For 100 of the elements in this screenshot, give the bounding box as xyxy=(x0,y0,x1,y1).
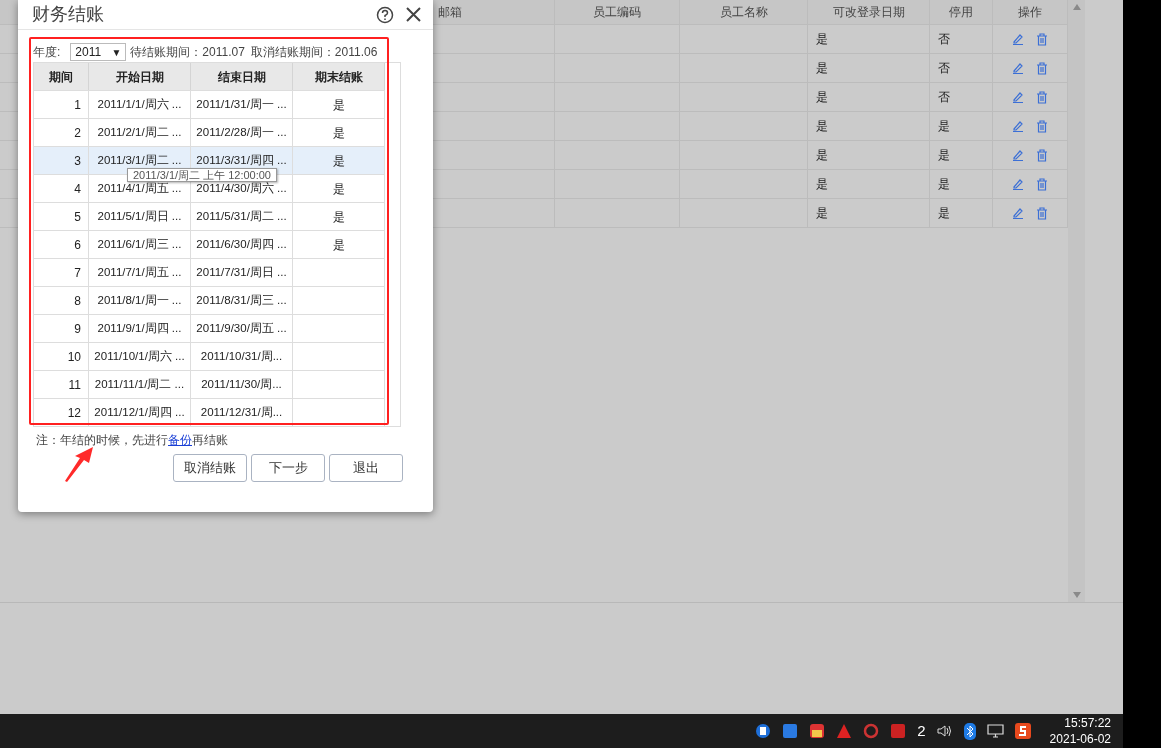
column-header: 员工编码 xyxy=(593,4,641,21)
table-cell-text: 4 xyxy=(74,180,81,198)
trash-icon[interactable] xyxy=(1036,119,1048,133)
bluetooth-icon[interactable] xyxy=(963,722,976,740)
table-cell-text: 11 xyxy=(68,376,81,394)
edit-icon[interactable] xyxy=(1012,62,1024,74)
table-row[interactable]: 11 2011/11/1/周二 ... 2011/11/30/周... xyxy=(34,370,385,398)
backup-link[interactable]: 备份 xyxy=(168,433,192,447)
trash-icon[interactable] xyxy=(1036,90,1048,104)
table-cell-text: 是 xyxy=(816,31,828,48)
table-cell-text: 2011/5/31/周二 ... xyxy=(196,208,287,224)
table-cell-text: 2011/2/28/周一 ... xyxy=(196,124,287,140)
scroll-up-icon[interactable] xyxy=(1072,4,1081,10)
table-cell-text: 否 xyxy=(938,89,950,106)
year-label: 年度: xyxy=(33,44,61,61)
column-header[interactable]: 开始日期 xyxy=(115,67,164,86)
table-cell-text: 2011/10/1/周六 ... xyxy=(94,348,185,364)
table-row[interactable]: 9 2011/9/1/周四 ... 2011/9/30/周五 ... xyxy=(34,314,385,342)
table-cell-text: 2011/12/31/周... xyxy=(200,404,283,420)
table-cell-text: 是 xyxy=(816,205,828,222)
table-row[interactable]: 12 2011/12/1/周四 ... 2011/12/31/周... xyxy=(34,398,385,426)
edit-icon[interactable] xyxy=(1012,33,1024,45)
table-cell-text: 8 xyxy=(74,292,81,310)
table-cell-text: 2011/12/1/周四 ... xyxy=(94,404,185,420)
dialog-title: 财务结账 xyxy=(32,3,104,26)
column-header[interactable]: 期间 xyxy=(49,67,73,86)
help-icon[interactable] xyxy=(376,5,394,24)
column-header[interactable]: 结束日期 xyxy=(217,67,266,86)
table-row[interactable]: 7 2011/7/1/周五 ... 2011/7/31/周日 ... xyxy=(34,258,385,286)
table-cell-text: 是 xyxy=(332,124,345,142)
dialog-button[interactable]: 取消结账 xyxy=(173,454,247,482)
table-cell-text: 2011/1/31/周一 ... xyxy=(196,96,287,112)
dialog-button[interactable]: 退出 xyxy=(329,454,403,482)
pending-period: 待结账期间：2011.07 xyxy=(130,44,245,61)
table-cell-text: 2011/4/1/周五 ... xyxy=(97,181,182,196)
column-header[interactable]: 期末结账 xyxy=(314,67,363,86)
table-cell-text: 3 xyxy=(74,152,81,170)
table-cell-text: 是 xyxy=(816,118,828,135)
column-header: 停用 xyxy=(949,4,973,21)
table-row[interactable]: 8 2011/8/1/周一 ... 2011/8/31/周三 ... xyxy=(34,286,385,314)
table-cell-text: 2011/8/1/周一 ... xyxy=(97,292,182,308)
trash-icon[interactable] xyxy=(1036,177,1048,191)
triangle-icon[interactable] xyxy=(836,723,853,739)
table-cell-text: 否 xyxy=(938,31,950,48)
edit-icon[interactable] xyxy=(1012,149,1024,161)
table-cell-text: 2011/5/1/周日 ... xyxy=(97,208,182,224)
table-cell-text: 2011/6/30/周四 ... xyxy=(196,236,287,252)
table-cell-text: 是 xyxy=(816,60,828,77)
ring-icon[interactable] xyxy=(863,723,880,739)
scroll-down-icon[interactable] xyxy=(1072,592,1081,598)
table-cell-text: 2011/8/31/周三 ... xyxy=(196,292,287,308)
table-cell-text: 2011/4/30/周六 ... xyxy=(196,181,287,196)
table-cell-text: 5 xyxy=(74,208,81,226)
note-text: 注：年结的时候，先进行备份再结账 xyxy=(36,432,229,449)
table-row[interactable]: 2 2011/2/1/周二 ... 2011/2/28/周一 ... 是 xyxy=(34,118,385,146)
dialog-button[interactable]: 下一步 xyxy=(251,454,325,482)
table-cell-text: 是 xyxy=(332,96,345,114)
column-header: 可改登录日期 xyxy=(832,4,905,21)
table-cell-text: 否 xyxy=(938,60,950,77)
table-cell-text: 2011/11/1/周二 ... xyxy=(94,376,185,392)
edit-icon[interactable] xyxy=(1012,207,1024,219)
table-cell-text: 2011/2/1/周二 ... xyxy=(97,124,182,140)
table-row[interactable]: 6 2011/6/1/周三 ... 2011/6/30/周四 ... 是 xyxy=(34,230,385,258)
trash-icon[interactable] xyxy=(1036,206,1048,220)
volume-icon[interactable] xyxy=(936,724,953,738)
table-cell-text: 是 xyxy=(816,89,828,106)
network-icon[interactable] xyxy=(986,724,1004,738)
table-cell-text: 1 xyxy=(74,96,81,114)
edit-icon[interactable] xyxy=(1012,178,1024,190)
table-cell-text: 2011/7/31/周日 ... xyxy=(196,264,287,280)
table-row[interactable]: 1 2011/1/1/周六 ... 2011/1/31/周一 ... 是 xyxy=(34,90,385,118)
table-cell-text: 2011/3/31/周四 ... xyxy=(196,152,287,168)
edit-icon[interactable] xyxy=(1012,120,1024,132)
table-cell-text: 2011/6/1/周三 ... xyxy=(97,236,182,252)
table-cell-text: 9 xyxy=(74,320,81,338)
trash-icon[interactable] xyxy=(1036,32,1048,46)
table-cell-text: 是 xyxy=(938,205,950,222)
cancel-period: 取消结账期间：2011.06 xyxy=(250,44,378,61)
scrollbar[interactable] xyxy=(1068,0,1085,602)
table-cell-text: 是 xyxy=(332,208,345,226)
table-row[interactable]: 10 2011/10/1/周六 ... 2011/10/31/周... xyxy=(34,342,385,370)
table-cell-text: 7 xyxy=(74,264,81,282)
close-icon[interactable] xyxy=(406,7,421,22)
table-cell-text: 12 xyxy=(67,404,81,422)
table-row[interactable]: 5 2011/5/1/周日 ... 2011/5/31/周二 ... 是 xyxy=(34,202,385,230)
table-cell-text: 2011/7/1/周五 ... xyxy=(97,264,182,280)
table-cell-text: 6 xyxy=(74,236,81,254)
table-cell-text: 2011/3/1/周二 ... xyxy=(97,152,182,168)
tray-count: 2 xyxy=(917,720,926,741)
trash-icon[interactable] xyxy=(1036,148,1048,162)
trash-icon[interactable] xyxy=(1036,61,1048,75)
table-cell-text: 2011/9/1/周四 ... xyxy=(97,320,182,336)
table-cell-text: 是 xyxy=(816,176,828,193)
edit-icon[interactable] xyxy=(1012,91,1024,103)
table-cell-text: 是 xyxy=(938,147,950,164)
year-select[interactable]: 2011 ▼ xyxy=(70,43,127,61)
table-cell-text: 是 xyxy=(938,118,950,135)
column-header: 邮箱 xyxy=(438,4,462,21)
mail-icon[interactable] xyxy=(809,723,826,739)
table-cell-text: 2011/9/30/周五 ... xyxy=(196,320,287,336)
